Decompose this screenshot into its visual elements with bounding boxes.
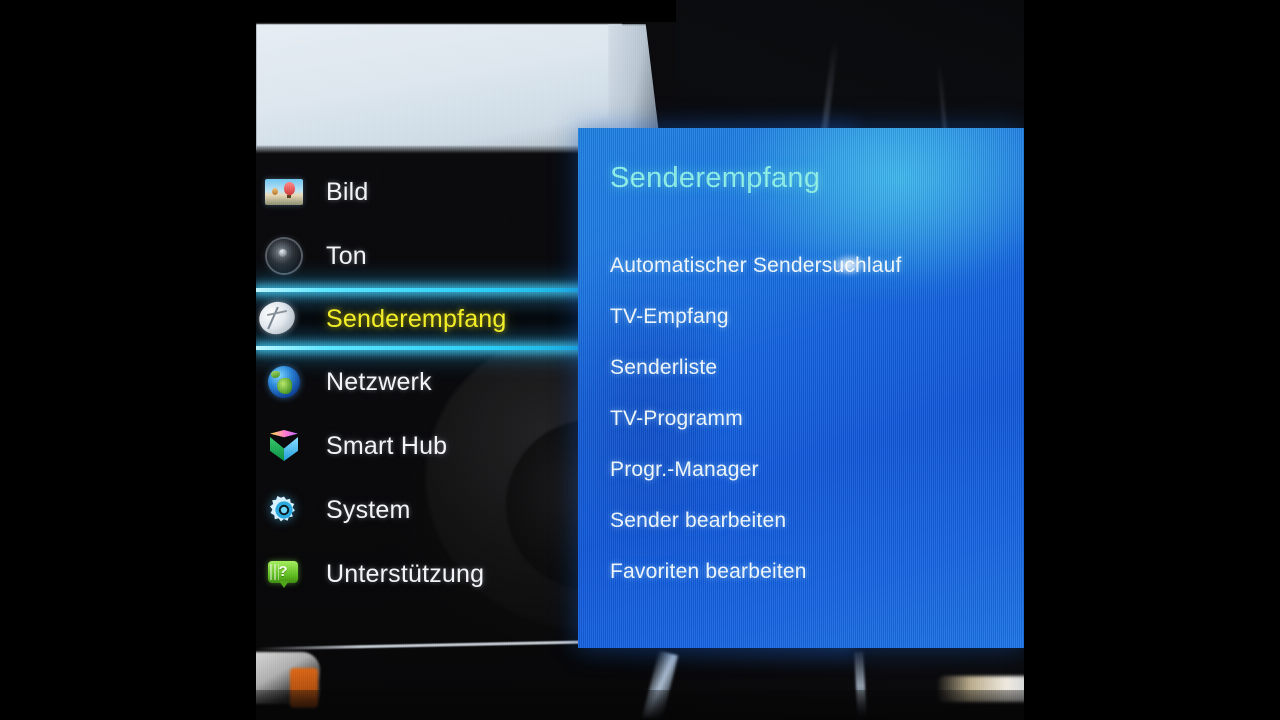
sidebar-item-senderempfang[interactable]: Senderempfang <box>254 288 594 350</box>
satellite-dish-icon <box>254 297 302 339</box>
sidebar-item-unterstuetzung[interactable]: ? Unterstützung <box>256 542 586 606</box>
cube-icon <box>262 428 306 464</box>
picture-icon <box>262 174 306 210</box>
sidebar-item-label: Netzwerk <box>326 367 432 396</box>
sidebar-item-smart-hub[interactable]: Smart Hub <box>256 414 586 478</box>
sidebar-item-label: System <box>326 495 411 524</box>
sidebar-item-bild[interactable]: Bild <box>256 160 586 224</box>
tv-screen: Bild Ton Senderempfang Netzwerk Smart Hu… <box>0 0 1280 720</box>
sidebar-item-netzwerk[interactable]: Netzwerk <box>256 350 586 414</box>
submenu-panel: Senderempfang Automatischer Sendersuchla… <box>578 128 1024 648</box>
letterbox-bar-right <box>1024 0 1280 720</box>
sidebar-item-label: Smart Hub <box>326 431 448 460</box>
speaker-icon <box>262 238 306 274</box>
sidebar-item-label: Bild <box>326 177 369 206</box>
sidebar-item-label: Unterstützung <box>326 559 485 588</box>
sidebar-item-ton[interactable]: Ton <box>256 224 586 288</box>
sidebar-item-label-selected: Senderempfang <box>326 304 507 333</box>
selection-bar-top <box>256 288 594 292</box>
gear-icon <box>262 492 306 528</box>
main-menu-sidebar[interactable]: Bild Ton Senderempfang Netzwerk Smart Hu… <box>254 160 594 606</box>
sidebar-item-label: Ton <box>326 241 367 270</box>
globe-icon <box>262 364 306 400</box>
panel-lcd-texture <box>578 128 1024 648</box>
help-bubble-icon: ? <box>262 556 306 592</box>
photo-bottom-shadow <box>256 690 1024 720</box>
letterbox-bar-left <box>0 0 256 720</box>
sidebar-item-system[interactable]: System <box>256 478 586 542</box>
